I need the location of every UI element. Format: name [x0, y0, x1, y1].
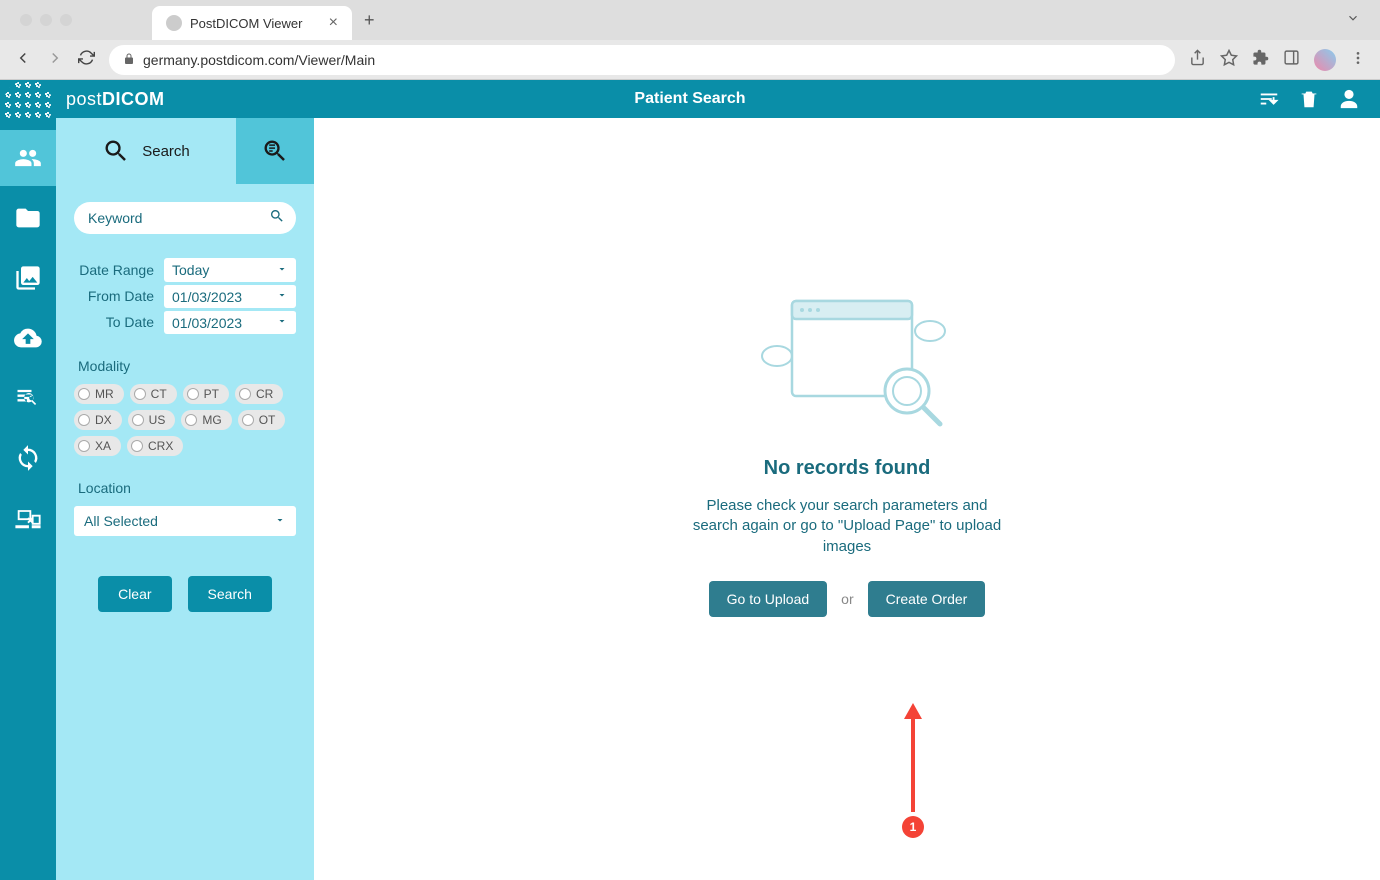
tab-search[interactable]: Search: [56, 118, 236, 184]
to-date-select[interactable]: 01/03/2023: [164, 310, 296, 334]
empty-title: No records found: [764, 457, 931, 480]
chevron-down-icon: [276, 289, 288, 304]
user-icon[interactable]: [1338, 88, 1360, 110]
rail-monitors[interactable]: [0, 490, 56, 546]
modality-grid: MR CT PT CR DX US MG OT XA CRX: [74, 384, 296, 456]
tab-title: PostDICOM Viewer: [190, 16, 302, 31]
to-date-label: To Date: [74, 314, 164, 330]
rail-folder[interactable]: [0, 190, 56, 246]
rail-list-search[interactable]: [0, 370, 56, 426]
modality-xa[interactable]: XA: [74, 436, 121, 456]
chevron-down-icon: [274, 513, 286, 529]
share-icon[interactable]: [1189, 49, 1206, 71]
location-select[interactable]: All Selected: [74, 506, 296, 536]
profile-avatar-icon[interactable]: [1314, 49, 1336, 71]
browser-menu-icon[interactable]: [1350, 50, 1366, 71]
chevron-down-icon: [276, 263, 288, 278]
window-controls[interactable]: [10, 14, 82, 26]
panel-icon[interactable]: [1283, 49, 1300, 71]
search-button[interactable]: Search: [188, 576, 272, 612]
back-button[interactable]: [14, 49, 32, 72]
extensions-icon[interactable]: [1252, 49, 1269, 71]
lock-icon: [123, 53, 135, 68]
page-title: Patient Search: [634, 90, 745, 108]
date-range-label: Date Range: [74, 262, 164, 278]
modality-mr[interactable]: MR: [74, 384, 124, 404]
search-panel: Search Date Range Today From Da: [56, 118, 314, 880]
location-label: Location: [78, 480, 296, 496]
url-field[interactable]: germany.postdicom.com/Viewer/Main: [109, 45, 1175, 75]
go-to-upload-button[interactable]: Go to Upload: [709, 581, 828, 617]
keyword-input[interactable]: [88, 210, 269, 226]
modality-mg[interactable]: MG: [181, 410, 231, 430]
modality-dx[interactable]: DX: [74, 410, 122, 430]
or-separator: or: [841, 591, 853, 607]
rail-images[interactable]: [0, 250, 56, 306]
modality-us[interactable]: US: [128, 410, 176, 430]
date-range-select[interactable]: Today: [164, 258, 296, 282]
tab-favicon-icon: [166, 15, 182, 31]
browser-toolbar: germany.postdicom.com/Viewer/Main: [0, 40, 1380, 80]
browser-actions: [1189, 49, 1366, 72]
left-nav-rail: [0, 118, 56, 880]
bookmark-star-icon[interactable]: [1220, 49, 1238, 72]
tab-search-label: Search: [142, 143, 190, 160]
modality-crx[interactable]: CRX: [127, 436, 183, 456]
sort-icon[interactable]: [1258, 88, 1280, 110]
reload-button[interactable]: [78, 49, 95, 71]
browser-tab[interactable]: PostDICOM Viewer ×: [152, 6, 352, 40]
close-tab-icon[interactable]: ×: [329, 14, 338, 32]
modality-cr[interactable]: CR: [235, 384, 283, 404]
from-date-label: From Date: [74, 288, 164, 304]
tab-advanced-search[interactable]: [236, 118, 314, 184]
browser-chrome: PostDICOM Viewer × + germany.postdicom.c…: [0, 0, 1380, 80]
rail-upload[interactable]: [0, 310, 56, 366]
chevron-down-icon: [276, 315, 288, 330]
main-content: No records found Please check your searc…: [314, 118, 1380, 880]
empty-state-illustration-icon: [742, 281, 952, 431]
new-tab-button[interactable]: +: [364, 10, 375, 31]
forward-button[interactable]: [46, 49, 64, 72]
rail-people[interactable]: [0, 130, 56, 186]
modality-ot[interactable]: OT: [238, 410, 286, 430]
tabs-chevron-icon[interactable]: [1346, 11, 1360, 30]
empty-description: Please check your search parameters and …: [692, 496, 1002, 557]
modality-label: Modality: [78, 358, 296, 374]
app-root: postDICOM Patient Search Search: [0, 80, 1380, 880]
browser-tab-bar: PostDICOM Viewer × +: [0, 0, 1380, 40]
keyword-field[interactable]: [74, 202, 296, 234]
from-date-select[interactable]: 01/03/2023: [164, 284, 296, 308]
clear-button[interactable]: Clear: [98, 576, 171, 612]
modality-ct[interactable]: CT: [130, 384, 177, 404]
logo-text: postDICOM: [66, 89, 165, 110]
app-header: postDICOM Patient Search: [0, 80, 1380, 118]
trash-icon[interactable]: [1298, 88, 1320, 110]
url-text: germany.postdicom.com/Viewer/Main: [143, 52, 375, 68]
create-order-button[interactable]: Create Order: [868, 581, 986, 617]
rail-sync[interactable]: [0, 430, 56, 486]
keyword-search-icon[interactable]: [269, 208, 285, 229]
modality-pt[interactable]: PT: [183, 384, 229, 404]
